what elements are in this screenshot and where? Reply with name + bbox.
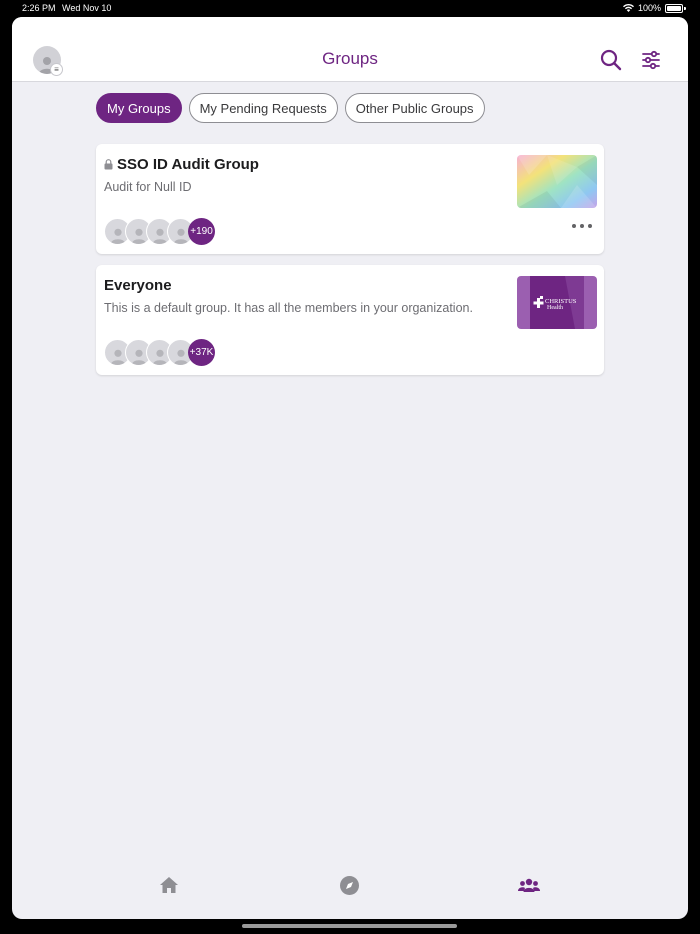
group-name-row: Everyone <box>104 277 172 294</box>
filter-button[interactable] <box>639 48 663 72</box>
tab-home[interactable] <box>158 875 180 895</box>
status-right: 100% <box>622 3 686 13</box>
header: ≡ Groups <box>12 17 688 82</box>
group-thumbnail <box>517 155 597 208</box>
group-card-sso[interactable]: SSO ID Audit Group Audit for Null ID +19… <box>96 144 604 254</box>
app-screen: ≡ Groups My Groups My Pending Requests O… <box>12 17 688 919</box>
home-icon <box>160 877 178 893</box>
tab-public-groups[interactable]: Other Public Groups <box>344 93 485 123</box>
sliders-icon <box>642 50 660 70</box>
thumb-logo-line2: Health <box>547 305 563 311</box>
group-thumbnail: CHRISTUS Health <box>517 276 597 329</box>
tab-my-groups[interactable]: My Groups <box>96 93 182 123</box>
tab-discover[interactable] <box>338 875 360 895</box>
thumb-logo-line1: CHRISTUS <box>545 298 577 305</box>
battery-icon <box>665 3 683 13</box>
ellipsis-icon <box>572 224 576 228</box>
group-name: Everyone <box>104 277 172 294</box>
lock-icon <box>104 159 113 170</box>
home-indicator[interactable] <box>242 924 457 928</box>
member-count-badge: +190 <box>188 218 215 245</box>
page-title: Groups <box>322 49 378 68</box>
groups-icon <box>518 878 540 892</box>
group-name-row: SSO ID Audit Group <box>104 156 259 173</box>
status-time: 2:26 PM <box>22 3 56 13</box>
battery-percent: 100% <box>637 3 661 13</box>
wifi-icon <box>622 4 634 12</box>
bottom-tab-bar <box>12 867 688 903</box>
group-name: SSO ID Audit Group <box>117 156 259 173</box>
tab-groups[interactable] <box>518 875 540 895</box>
member-count-badge: +37K <box>188 339 215 366</box>
group-tabs: My Groups My Pending Requests Other Publ… <box>96 93 485 123</box>
group-description: Audit for Null ID <box>104 180 192 194</box>
search-icon <box>600 49 622 71</box>
compass-icon <box>339 875 359 895</box>
group-description: This is a default group. It has all the … <box>104 301 473 315</box>
status-date: Wed Nov 10 <box>62 3 112 13</box>
more-options-button[interactable] <box>572 224 592 228</box>
tab-pending-requests[interactable]: My Pending Requests <box>188 93 338 123</box>
search-button[interactable] <box>599 48 623 72</box>
group-card-everyone[interactable]: Everyone This is a default group. It has… <box>96 265 604 375</box>
status-bar: 2:26 PM Wed Nov 10 100% <box>0 0 700 17</box>
